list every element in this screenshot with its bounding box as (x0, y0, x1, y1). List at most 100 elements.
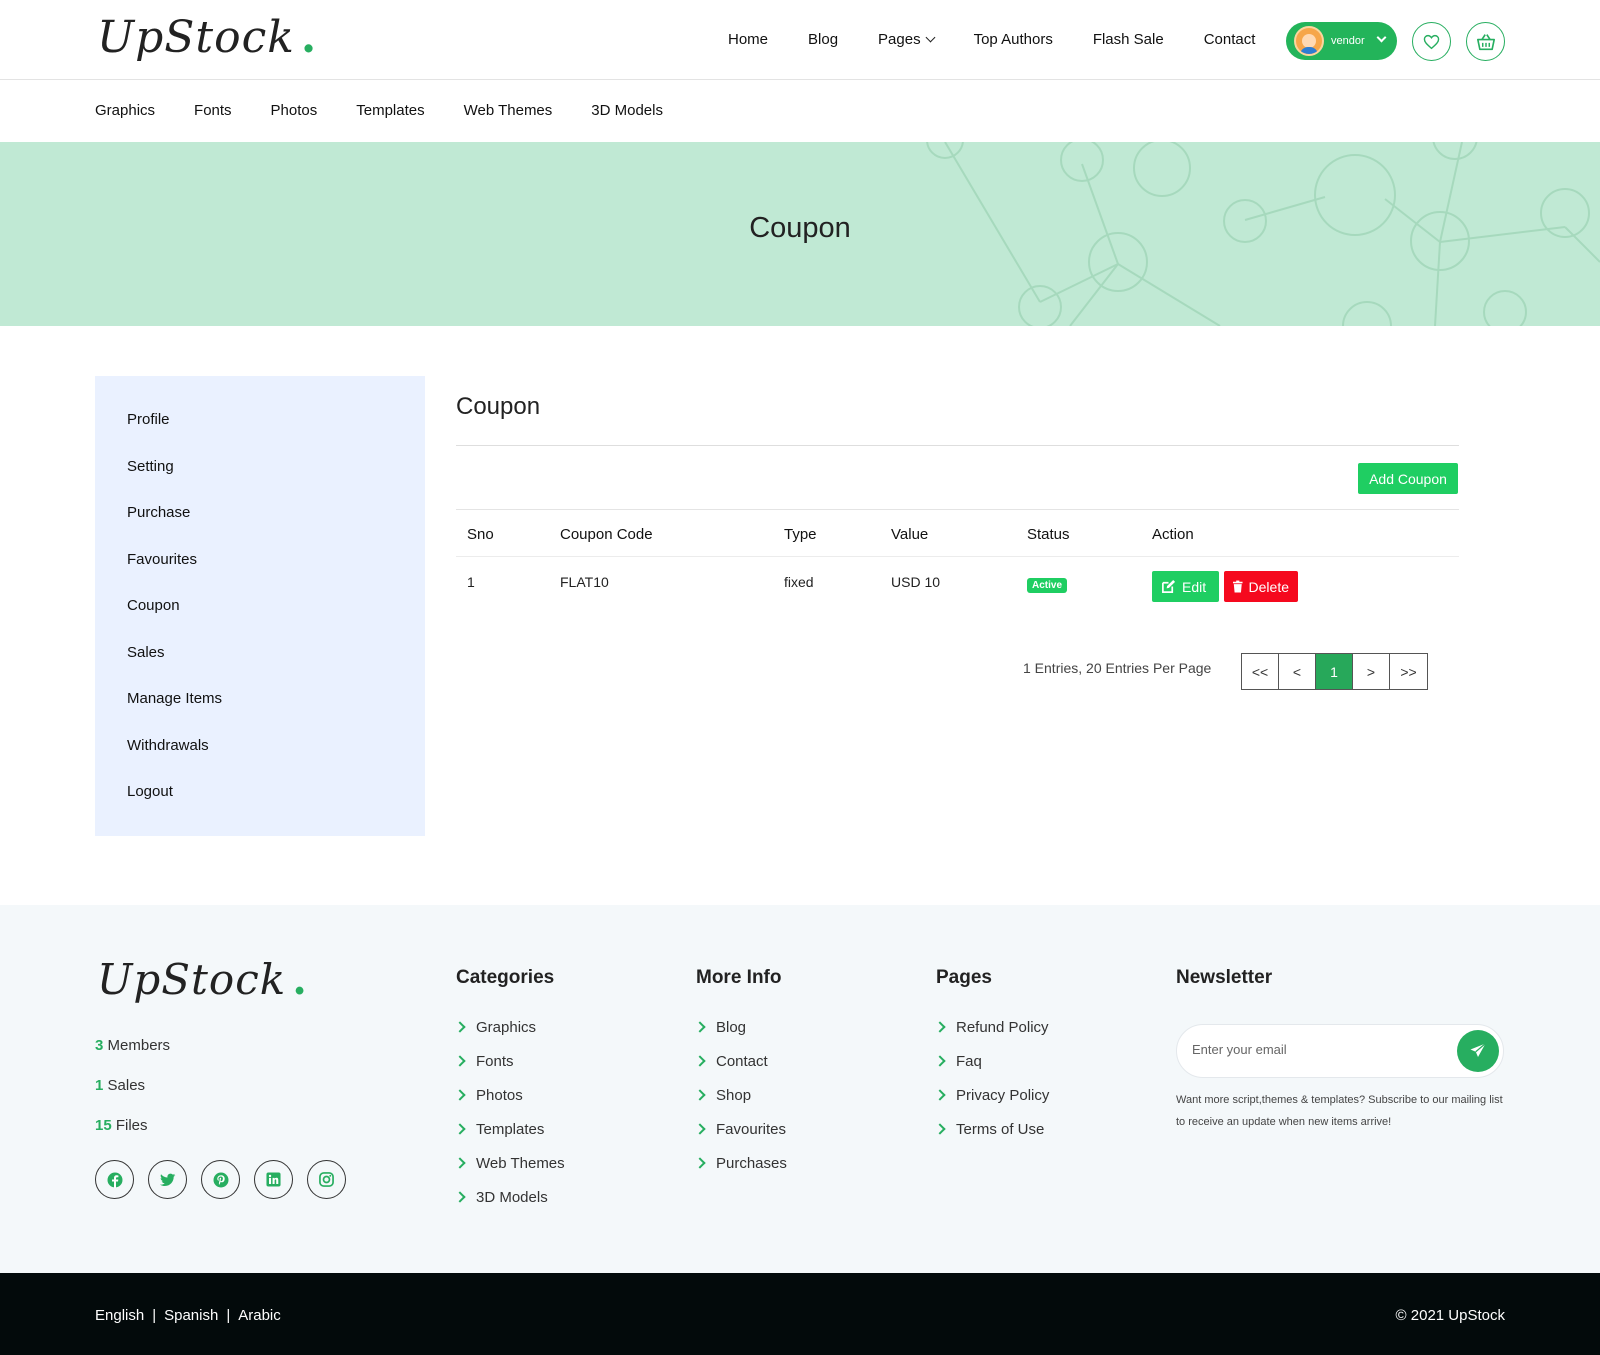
site-stats: 3 Members 1 Sales 15 Files (95, 1037, 170, 1157)
cell-sno: 1 (467, 574, 475, 590)
category-3d-models[interactable]: 3D Models (591, 102, 663, 119)
footer-pages: Pages Refund Policy Faq Privacy Policy T… (934, 967, 1049, 1146)
sidebar-item-profile[interactable]: Profile (95, 411, 425, 458)
column-header-action: Action (1152, 526, 1194, 543)
sidebar-item-purchase[interactable]: Purchase (95, 504, 425, 551)
column-header-status[interactable]: Status (1027, 526, 1070, 543)
footer-link-purchases[interactable]: Purchases (694, 1146, 787, 1180)
page-last-button[interactable]: >> (1390, 654, 1427, 689)
brand-dot: . (300, 12, 318, 63)
page-next-button[interactable]: > (1353, 654, 1390, 689)
chevron-right-icon (454, 1191, 466, 1203)
pinterest-link[interactable] (201, 1160, 240, 1199)
sidebar-item-setting[interactable]: Setting (95, 458, 425, 505)
page-title: Coupon (456, 393, 541, 420)
footer-link-refund-policy[interactable]: Refund Policy (934, 1010, 1049, 1044)
sidebar-item-coupon[interactable]: Coupon (95, 597, 425, 644)
social-links (95, 1160, 346, 1199)
cart-button[interactable] (1466, 22, 1505, 61)
chevron-right-icon (694, 1055, 706, 1067)
page-prev-button[interactable]: < (1279, 654, 1316, 689)
language-arabic[interactable]: Arabic (238, 1307, 281, 1324)
newsletter-note: Want more script,themes & templates? Sub… (1176, 1094, 1503, 1128)
category-templates[interactable]: Templates (356, 102, 424, 119)
linkedin-icon (266, 1172, 281, 1187)
twitter-link[interactable] (148, 1160, 187, 1199)
language-spanish[interactable]: Spanish (164, 1307, 218, 1324)
cell-type: fixed (784, 574, 814, 590)
sidebar-item-favourites[interactable]: Favourites (95, 551, 425, 598)
language-english[interactable]: English (95, 1307, 144, 1324)
category-photos[interactable]: Photos (271, 102, 318, 119)
linkedin-link[interactable] (254, 1160, 293, 1199)
chevron-right-icon (694, 1021, 706, 1033)
stat-label: Sales (107, 1077, 146, 1094)
footer-link-favourites[interactable]: Favourites (694, 1112, 787, 1146)
sidebar-item-sales[interactable]: Sales (95, 644, 425, 691)
separator: | (226, 1307, 231, 1324)
category-graphics[interactable]: Graphics (95, 102, 155, 119)
footer-link-fonts[interactable]: Fonts (454, 1044, 565, 1078)
heart-icon (1423, 34, 1440, 49)
sidebar-item-withdrawals[interactable]: Withdrawals (95, 737, 425, 784)
column-header-type[interactable]: Type (784, 526, 817, 543)
page-first-button[interactable]: << (1242, 654, 1279, 689)
footer-link-3d-models[interactable]: 3D Models (454, 1180, 565, 1214)
category-web-themes[interactable]: Web Themes (464, 102, 553, 119)
footer-link-terms-of-use[interactable]: Terms of Use (934, 1112, 1049, 1146)
facebook-link[interactable] (95, 1160, 134, 1199)
newsletter-email-input[interactable] (1192, 1042, 1442, 1057)
add-coupon-button[interactable]: Add Coupon (1358, 463, 1458, 494)
stat-files: 15 Files (95, 1117, 170, 1157)
footer-link-label: Graphics (476, 1018, 537, 1036)
footer-link-graphics[interactable]: Graphics (454, 1010, 565, 1044)
column-header-value[interactable]: Value (891, 526, 928, 543)
footer-link-privacy-policy[interactable]: Privacy Policy (934, 1078, 1049, 1112)
column-header-coupon-code[interactable]: Coupon Code (560, 526, 653, 543)
footer-link-web-themes[interactable]: Web Themes (454, 1146, 565, 1180)
nav-home[interactable]: Home (728, 31, 768, 48)
nav-flash-sale[interactable]: Flash Sale (1093, 31, 1164, 48)
divider (456, 445, 1459, 446)
status-badge: Active (1027, 578, 1068, 593)
brand-logo[interactable]: UpStock. (97, 12, 317, 63)
footer-link-photos[interactable]: Photos (454, 1078, 565, 1112)
stat-members: 3 Members (95, 1037, 170, 1077)
sidebar-item-logout[interactable]: Logout (95, 783, 425, 830)
footer-logo[interactable]: UpStock. (97, 955, 308, 1004)
column-header-sno[interactable]: Sno (467, 526, 494, 543)
nav-pages[interactable]: Pages (878, 31, 936, 48)
nav-contact[interactable]: Contact (1204, 31, 1256, 48)
edit-button[interactable]: Edit (1152, 571, 1219, 602)
instagram-link[interactable] (307, 1160, 346, 1199)
stat-count: 15 (95, 1117, 112, 1134)
footer-link-label: Photos (476, 1086, 523, 1104)
footer-link-shop[interactable]: Shop (694, 1078, 787, 1112)
nav-top-authors[interactable]: Top Authors (974, 31, 1053, 48)
page-current-button[interactable]: 1 (1316, 654, 1353, 689)
footer-link-label: Templates (476, 1120, 545, 1138)
footer-link-label: Blog (716, 1018, 747, 1036)
banner-title: Coupon (749, 212, 851, 244)
user-menu-button[interactable]: vendor (1286, 22, 1397, 60)
footer-brand-dot: . (292, 955, 308, 1004)
footer-link-label: 3D Models (476, 1188, 548, 1206)
delete-button[interactable]: Delete (1224, 571, 1298, 602)
nav-blog[interactable]: Blog (808, 31, 838, 48)
newsletter-submit-button[interactable] (1457, 1030, 1499, 1072)
footer-link-blog[interactable]: Blog (694, 1010, 787, 1044)
wishlist-button[interactable] (1412, 22, 1451, 61)
stat-label: Members (107, 1037, 171, 1054)
sidebar-item-manage-items[interactable]: Manage Items (95, 690, 425, 737)
delete-label: Delete (1248, 578, 1289, 595)
footer-categories: Categories Graphics Fonts Photos Templat… (454, 967, 565, 1214)
chevron-right-icon (454, 1123, 466, 1135)
footer-link-label: Purchases (716, 1154, 787, 1172)
category-fonts[interactable]: Fonts (194, 102, 232, 119)
footer-link-faq[interactable]: Faq (934, 1044, 1049, 1078)
footer-more-info-title: More Info (696, 967, 782, 988)
footer-link-contact[interactable]: Contact (694, 1044, 787, 1078)
chevron-right-icon (694, 1089, 706, 1101)
footer-link-templates[interactable]: Templates (454, 1112, 565, 1146)
separator: | (152, 1307, 157, 1324)
